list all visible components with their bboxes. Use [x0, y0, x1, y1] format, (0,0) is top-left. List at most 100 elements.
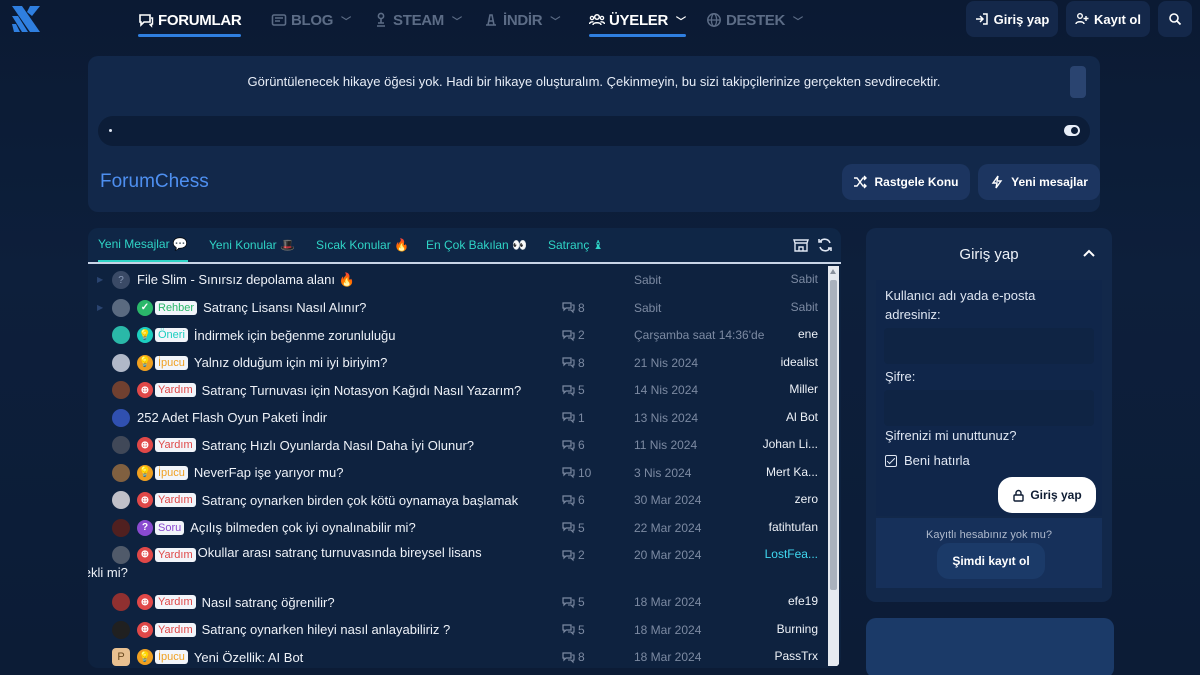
- password-field[interactable]: [884, 390, 1094, 426]
- last-poster[interactable]: Sabit: [791, 300, 818, 314]
- thread-row[interactable]: ▶? File Slim - Sınırsız depolama alanı 🔥 S…: [88, 266, 828, 294]
- last-post-date[interactable]: Sabit: [634, 273, 661, 287]
- register-now-button[interactable]: Şimdi kayıt ol: [937, 543, 1045, 579]
- login-submit-button[interactable]: Giriş yap: [998, 477, 1096, 513]
- avatar[interactable]: [112, 298, 130, 317]
- last-post-date[interactable]: 20 Mar 2024: [634, 548, 701, 562]
- avatar[interactable]: [112, 326, 130, 344]
- refresh-icon[interactable]: [817, 237, 833, 253]
- last-poster[interactable]: LostFea...: [765, 547, 818, 561]
- last-poster[interactable]: idealist: [781, 355, 818, 369]
- tab-satranc[interactable]: Satranç ♝: [548, 228, 603, 262]
- last-post-date[interactable]: Sabit: [634, 301, 661, 315]
- thread-row[interactable]: ⊕ Yardım Satranç oynarken birden çok kötü …: [88, 486, 828, 514]
- story-scrollbar[interactable]: [1070, 66, 1086, 98]
- thread-title-text[interactable]: 252 Adet Flash Oyun Paketi İndir: [137, 410, 327, 425]
- last-poster[interactable]: zero: [795, 492, 818, 506]
- last-post-date[interactable]: 13 Nis 2024: [634, 411, 698, 425]
- last-post-date[interactable]: Çarşamba saat 14:36'de: [634, 328, 764, 342]
- avatar[interactable]: [112, 436, 130, 454]
- login-button[interactable]: Giriş yap: [966, 1, 1058, 37]
- username-field[interactable]: [884, 328, 1094, 364]
- last-poster[interactable]: ene: [798, 327, 818, 341]
- thread-prefix-badge[interactable]: ? Soru: [137, 519, 185, 536]
- nav-uyeler[interactable]: ÜYELER ﹀: [589, 0, 686, 40]
- thread-prefix-badge[interactable]: ⊕ Yardım: [137, 437, 196, 453]
- last-poster[interactable]: efe19: [788, 594, 818, 608]
- forgot-password-link[interactable]: Şifrenizi mi unuttunuz?: [885, 426, 1017, 445]
- thread-row[interactable]: 💡 Öneri İndirmek için beğenme zorunluluğu 2…: [88, 321, 828, 349]
- thread-title-text[interactable]: Satranç Hızlı Oyunlarda Nasıl Daha İyi O…: [202, 438, 474, 453]
- thread-row[interactable]: ⊕ Yardım Satranç Hızlı Oyunlarda Nasıl Dah…: [88, 431, 828, 459]
- thread-title-text[interactable]: Satranç oynarken birden çok kötü oynamay…: [202, 493, 519, 508]
- avatar[interactable]: [112, 408, 130, 427]
- tab-en-cok-bakilan[interactable]: En Çok Bakılan 👀: [426, 228, 527, 262]
- ticker-toggle[interactable]: [1064, 125, 1080, 136]
- thread-title-text[interactable]: NeverFap işe yarıyor mu?: [194, 465, 344, 480]
- thread-title[interactable]: 💡 İpucu Yeni Özellik: AI Bot: [137, 649, 567, 665]
- thread-prefix-badge[interactable]: 💡 İpucu: [137, 649, 188, 665]
- nav-indir[interactable]: İNDİR ﹀: [483, 0, 560, 40]
- thread-title[interactable]: ⊕ Yardım Satranç oynarken birden çok kötü …: [137, 492, 567, 508]
- last-poster[interactable]: Burning: [777, 622, 818, 636]
- thread-title-text[interactable]: Açılış bilmeden çok iyi oynalınabilir mi…: [190, 520, 415, 535]
- checkbox-checked-icon[interactable]: [885, 454, 897, 467]
- last-post-date[interactable]: 21 Nis 2024: [634, 356, 698, 370]
- last-poster[interactable]: Sabit: [791, 272, 818, 286]
- thread-row[interactable]: ⊕ Yardım Nasıl satranç öğrenilir? 5 18 Mar 2…: [88, 588, 828, 616]
- last-poster[interactable]: fatihtufan: [769, 520, 818, 534]
- avatar[interactable]: [112, 546, 130, 564]
- thread-title-text[interactable]: File Slim - Sınırsız depolama alanı 🔥: [137, 272, 355, 288]
- thread-title-text[interactable]: Yeni Özellik: AI Bot: [194, 650, 303, 665]
- thread-row[interactable]: ⊕ Yardım Okullar arası satranç turnuvasınd…: [88, 541, 828, 588]
- random-thread-button[interactable]: Rastgele Konu: [842, 164, 970, 200]
- thread-row[interactable]: ? Soru Açılış bilmeden çok iyi oynalınabil…: [88, 514, 828, 542]
- avatar[interactable]: [112, 620, 130, 639]
- last-post-date[interactable]: 11 Nis 2024: [634, 438, 697, 452]
- thread-prefix-badge[interactable]: ⊕ Yardım: [137, 621, 196, 638]
- thread-row[interactable]: 252 Adet Flash Oyun Paketi İndir 1 13 Nis …: [88, 404, 828, 432]
- thread-row[interactable]: ⊕ Yardım Satranç oynarken hileyi nasıl anl…: [88, 616, 828, 644]
- thread-row[interactable]: P 💡 İpucu Yeni Özellik: AI Bot 8 18 Mar 2024 P…: [88, 643, 828, 668]
- thread-title[interactable]: ⊕ Yardım Satranç Turnuvası için Notasyon K…: [137, 382, 567, 398]
- last-post-date[interactable]: 18 Mar 2024: [634, 623, 701, 637]
- thread-title-text[interactable]: Satranç oynarken hileyi nasıl anlayabili…: [202, 622, 451, 637]
- thread-prefix-badge[interactable]: ⊕ Yardım: [137, 594, 196, 610]
- thread-title-text-cont[interactable]: gerekli mi?: [88, 565, 128, 580]
- thread-title[interactable]: File Slim - Sınırsız depolama alanı 🔥: [137, 272, 567, 288]
- last-poster[interactable]: Al Bot: [786, 410, 818, 424]
- thread-prefix-badge[interactable]: 💡 İpucu: [137, 354, 188, 371]
- register-button[interactable]: Kayıt ol: [1066, 1, 1150, 37]
- thread-prefix-badge[interactable]: ⊕ Yardım: [137, 547, 196, 563]
- thread-list-scrollbar[interactable]: [828, 266, 839, 666]
- thread-row[interactable]: 💡 İpucu NeverFap işe yarıyor mu? 10 3 Nis 20…: [88, 459, 828, 487]
- new-posts-button[interactable]: Yeni mesajlar: [978, 164, 1100, 200]
- thread-title-text[interactable]: İndirmek için beğenme zorunluluğu: [194, 328, 396, 343]
- avatar[interactable]: [112, 381, 130, 399]
- tab-yeni-mesajlar[interactable]: Yeni Mesajlar 💬: [98, 228, 188, 262]
- thread-title[interactable]: 💡 İpucu NeverFap işe yarıyor mu?: [137, 464, 567, 481]
- last-poster[interactable]: Miller: [789, 382, 818, 396]
- remember-me-checkbox[interactable]: Beni hatırla: [885, 453, 970, 468]
- thread-title[interactable]: ✓ Rehber Satranç Lisansı Nasıl Alınır?: [137, 299, 567, 316]
- thread-title[interactable]: 252 Adet Flash Oyun Paketi İndir: [137, 410, 567, 425]
- scrollbar-thumb[interactable]: [830, 280, 837, 590]
- thread-row[interactable]: ▶ ✓ Rehber Satranç Lisansı Nasıl Alınır? 8 Sa…: [88, 294, 828, 322]
- chevron-up-icon[interactable]: [1082, 246, 1096, 260]
- thread-title-text[interactable]: Satranç Turnuvası için Notasyon Kağıdı N…: [202, 383, 522, 398]
- thread-prefix-badge[interactable]: ⊕ Yardım: [137, 492, 196, 508]
- last-post-date[interactable]: 22 Mar 2024: [634, 521, 701, 535]
- avatar[interactable]: [112, 491, 130, 509]
- nav-blog[interactable]: BLOG ﹀: [271, 0, 351, 40]
- search-button[interactable]: [1158, 1, 1192, 37]
- thread-title[interactable]: 💡 Öneri İndirmek için beğenme zorunluluğu: [137, 327, 567, 343]
- last-poster[interactable]: PassTrx: [774, 649, 818, 663]
- last-post-date[interactable]: 3 Nis 2024: [634, 466, 691, 480]
- avatar[interactable]: [112, 463, 130, 482]
- avatar[interactable]: [112, 593, 130, 611]
- thread-title-text[interactable]: Nasıl satranç öğrenilir?: [202, 595, 335, 610]
- tab-sicak-konular[interactable]: Sıcak Konular 🔥: [316, 228, 409, 262]
- thread-prefix-badge[interactable]: 💡 Öneri: [137, 327, 188, 343]
- nav-forumlar[interactable]: FORUMLAR: [138, 0, 242, 40]
- last-post-date[interactable]: 14 Nis 2024: [634, 383, 698, 397]
